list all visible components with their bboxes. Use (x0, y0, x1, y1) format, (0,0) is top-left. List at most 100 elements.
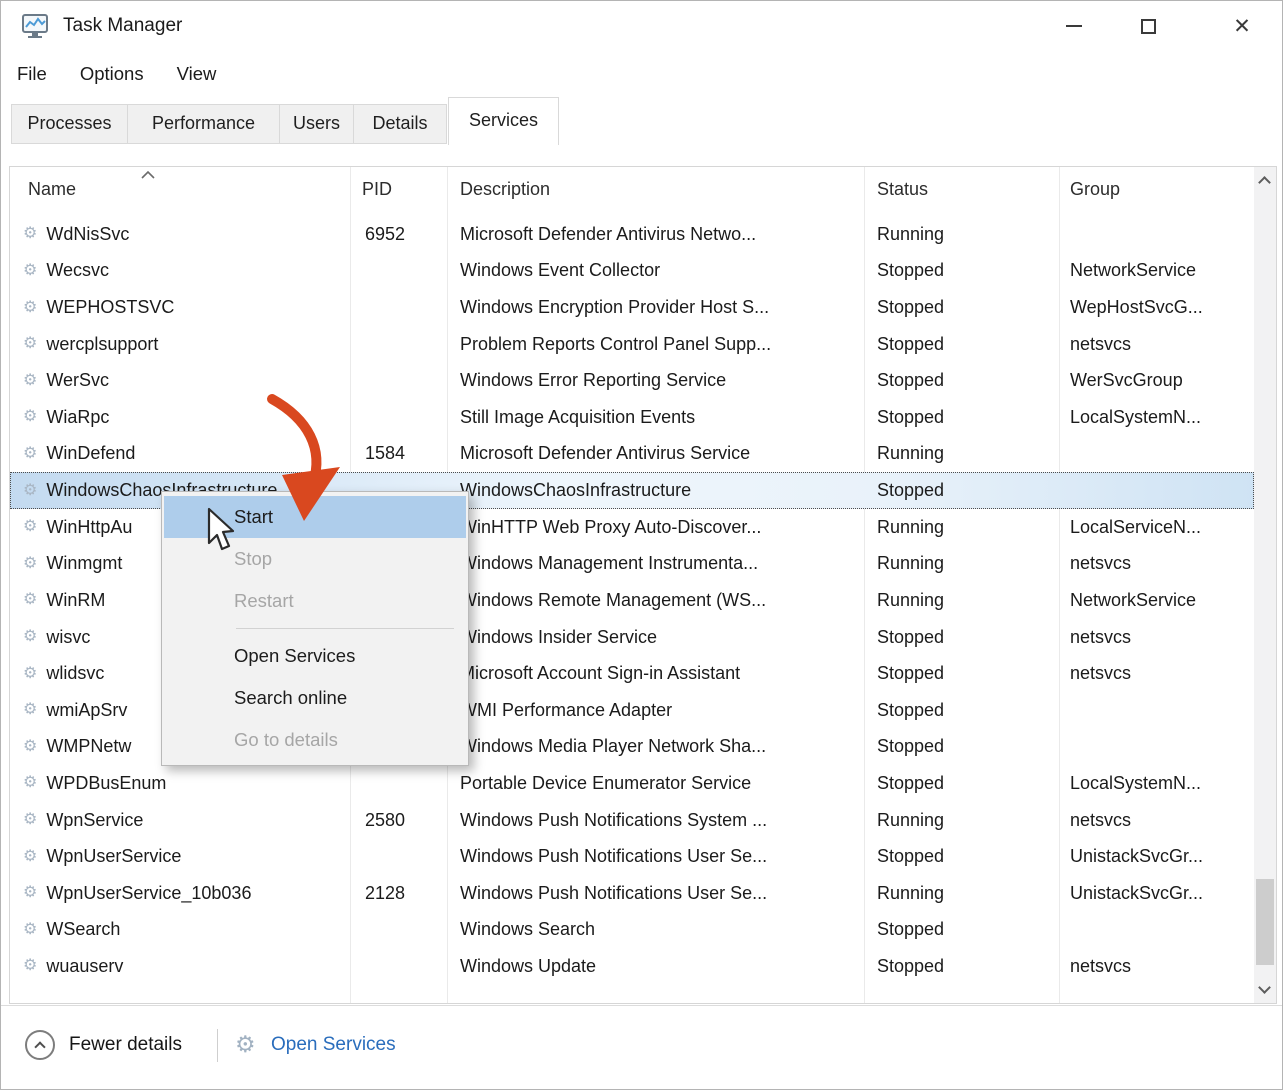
minimize-button[interactable] (1051, 6, 1097, 46)
service-status: Stopped (864, 956, 1059, 977)
service-group: LocalSystemN... (1059, 407, 1254, 428)
service-group: NetworkService (1059, 260, 1254, 281)
service-name: wmiApSrv (46, 700, 127, 721)
table-row[interactable]: ⚙Wecsvc Windows Event Collector Stopped … (10, 253, 1254, 290)
service-name: WinDefend (46, 443, 135, 464)
service-description: Windows Event Collector (447, 260, 864, 281)
sort-ascending-icon (140, 170, 156, 179)
table-row[interactable]: ⚙WpnUserService Windows Push Notificatio… (10, 838, 1254, 875)
service-group: netsvcs (1059, 553, 1254, 574)
fewer-details-icon[interactable] (25, 1030, 55, 1060)
table-row[interactable]: ⚙WEPHOSTSVC Windows Encryption Provider … (10, 289, 1254, 326)
service-name: WSearch (46, 919, 120, 940)
table-row[interactable]: ⚙wuauserv Windows Update Stopped netsvcs (10, 948, 1254, 985)
context-menu-item[interactable]: Restart (162, 580, 468, 622)
service-name: Winmgmt (46, 553, 122, 574)
service-gear-icon: ⚙ (23, 226, 37, 242)
column-header-description[interactable]: Description (460, 179, 550, 200)
service-description: Windows Remote Management (WS... (447, 590, 864, 611)
table-row[interactable]: ⚙wercplsupport Problem Reports Control P… (10, 326, 1254, 363)
service-name: WinRM (46, 590, 105, 611)
service-description: Windows Encryption Provider Host S... (447, 297, 864, 318)
chevron-up-icon (34, 1041, 45, 1052)
scroll-down-icon[interactable] (1258, 981, 1271, 994)
scroll-up-icon[interactable] (1258, 176, 1271, 189)
fewer-details-button[interactable]: Fewer details (69, 1006, 182, 1084)
service-name: WpnUserService (46, 846, 181, 867)
service-group: netsvcs (1059, 810, 1254, 831)
tab[interactable]: Details (353, 104, 447, 144)
service-name: WpnUserService_10b036 (46, 883, 251, 904)
table-row[interactable]: ⚙WSearch Windows Search Stopped (10, 912, 1254, 949)
column-header-pid[interactable]: PID (362, 179, 392, 200)
menu-bar-item[interactable]: File (17, 56, 47, 92)
column-header-status[interactable]: Status (877, 179, 928, 200)
service-gear-icon: ⚙ (23, 775, 37, 791)
status-bar: Fewer details ⚙ Open Services (1, 1005, 1282, 1089)
table-row[interactable]: ⚙WinDefend 1584 Microsoft Defender Antiv… (10, 436, 1254, 473)
context-menu-item[interactable]: Stop (162, 538, 468, 580)
table-row[interactable]: ⚙WiaRpc Still Image Acquisition Events S… (10, 399, 1254, 436)
service-name: WiaRpc (46, 407, 109, 428)
open-services-link[interactable]: Open Services (271, 1006, 396, 1084)
context-menu-item[interactable]: Go to details (162, 719, 468, 761)
service-gear-icon: ⚙ (23, 666, 37, 682)
menu-bar-item[interactable]: View (177, 56, 217, 92)
service-gear-icon: ⚙ (23, 263, 37, 279)
menu-bar-item[interactable]: Options (80, 56, 144, 92)
close-button[interactable]: ✕ (1219, 6, 1265, 46)
service-description: Problem Reports Control Panel Supp... (447, 334, 864, 355)
task-manager-icon (21, 12, 49, 40)
service-description: Microsoft Defender Antivirus Service (447, 443, 864, 464)
service-group: netsvcs (1059, 627, 1254, 648)
service-group: UnistackSvcGr... (1059, 846, 1254, 867)
service-group: WepHostSvcG... (1059, 297, 1254, 318)
service-description: Windows Search (447, 919, 864, 940)
service-status: Stopped (864, 919, 1059, 940)
service-group: netsvcs (1059, 663, 1254, 684)
service-pid: 2580 (350, 810, 447, 831)
service-status: Running (864, 810, 1059, 831)
service-status: Stopped (864, 846, 1059, 867)
context-menu-item[interactable]: Open Services (162, 635, 468, 677)
service-name: WerSvc (46, 370, 109, 391)
tab[interactable]: Processes (11, 104, 128, 144)
service-gear-icon: ⚙ (23, 812, 37, 828)
service-group: netsvcs (1059, 334, 1254, 355)
service-gear-icon: ⚙ (23, 373, 37, 389)
table-row[interactable]: ⚙WerSvc Windows Error Reporting Service … (10, 362, 1254, 399)
service-description: Microsoft Account Sign-in Assistant (447, 663, 864, 684)
maximize-button[interactable] (1125, 6, 1171, 46)
context-menu-item[interactable]: Start (164, 496, 466, 538)
service-description: Windows Media Player Network Sha... (447, 736, 864, 757)
window-title: Task Manager (63, 1, 182, 51)
context-menu-item[interactable] (236, 628, 454, 629)
scrollbar-thumb[interactable] (1256, 879, 1274, 965)
service-pid: 6952 (350, 224, 447, 245)
tab[interactable]: Users (279, 104, 354, 144)
vertical-scrollbar[interactable] (1254, 167, 1276, 1003)
service-group: LocalServiceN... (1059, 517, 1254, 538)
column-header-group[interactable]: Group (1070, 179, 1120, 200)
column-header-name[interactable]: Name (28, 179, 76, 200)
service-description: Windows Push Notifications User Se... (447, 846, 864, 867)
table-row[interactable]: ⚙WdNisSvc 6952 Microsoft Defender Antivi… (10, 216, 1254, 253)
service-gear-icon: ⚙ (23, 592, 37, 608)
service-status: Running (864, 553, 1059, 574)
table-row[interactable]: ⚙WpnUserService_10b036 2128 Windows Push… (10, 875, 1254, 912)
table-row[interactable]: ⚙WpnService 2580 Windows Push Notificati… (10, 802, 1254, 839)
tab[interactable]: Performance (127, 104, 280, 144)
service-description: WindowsChaosInfrastructure (447, 480, 864, 501)
service-description: Still Image Acquisition Events (447, 407, 864, 428)
service-gear-icon: ⚙ (23, 409, 37, 425)
service-description: WinHTTP Web Proxy Auto-Discover... (447, 517, 864, 538)
menu-bar: File Options View (17, 56, 216, 92)
table-row[interactable]: ⚙WPDBusEnum Portable Device Enumerator S… (10, 765, 1254, 802)
service-status: Running (864, 224, 1059, 245)
context-menu: Start Stop Restart Open Services Search … (161, 491, 469, 766)
service-pid: 1584 (350, 443, 447, 464)
tab[interactable]: Services (448, 97, 559, 145)
service-description: Windows Error Reporting Service (447, 370, 864, 391)
context-menu-item[interactable]: Search online (162, 677, 468, 719)
task-manager-window: Task Manager ✕ File Options View Process… (0, 0, 1283, 1090)
